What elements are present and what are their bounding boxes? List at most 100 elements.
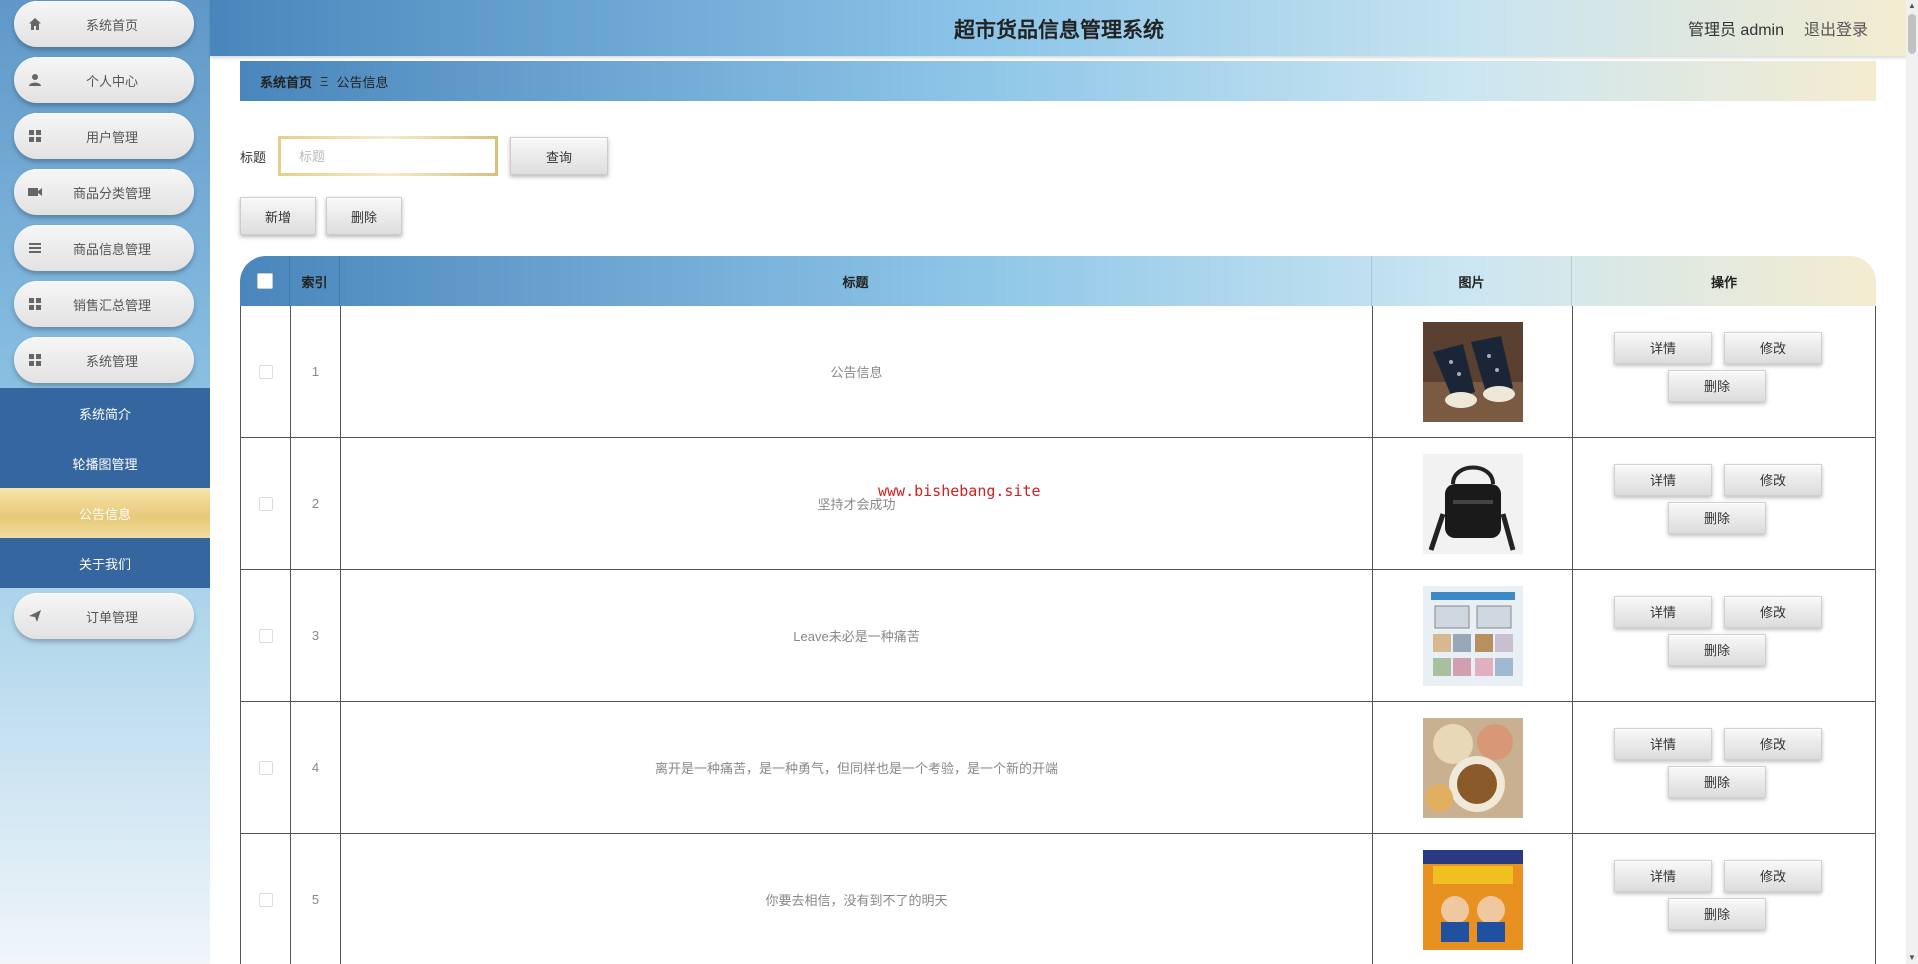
scrollbar-thumb[interactable] [1908, 14, 1916, 54]
batch-delete-button[interactable]: 删除 [326, 197, 402, 235]
home-icon [14, 17, 56, 31]
table-row: 3 Leave未必是一种痛苦 详情 修改 删除 [240, 570, 1876, 702]
breadcrumb: 系统首页 Ξ 公告信息 [240, 61, 1876, 101]
row-index: 1 [291, 306, 341, 437]
row-ops-cell: 详情 修改 删除 [1573, 702, 1875, 833]
submenu-item-notice[interactable]: 公告信息 [0, 488, 210, 538]
query-button[interactable]: 查询 [510, 137, 608, 175]
sidebar-item-label: 用户管理 [85, 129, 138, 145]
submenu-item-intro[interactable]: 系统简介 [0, 388, 210, 438]
header-title: 标题 [340, 256, 1372, 306]
sidebar-item-label: 订单管理 [85, 609, 138, 625]
header-image: 图片 [1372, 256, 1572, 306]
row-index: 2 [291, 438, 341, 569]
submenu-item-carousel[interactable]: 轮播图管理 [0, 438, 210, 488]
sidebar-item-system[interactable]: 系统管理 [14, 337, 194, 383]
delete-button[interactable]: 删除 [1668, 501, 1766, 534]
row-image-cell [1373, 834, 1573, 964]
sidebar-item-profile[interactable]: 个人中心 [14, 57, 194, 103]
system-submenu: 系统简介 轮播图管理 公告信息 关于我们 [0, 388, 210, 588]
page-scrollbar[interactable]: ▲ ▼ [1906, 0, 1918, 964]
detail-button[interactable]: 详情 [1614, 463, 1712, 496]
row-checkbox[interactable] [258, 892, 273, 907]
add-button[interactable]: 新增 [240, 197, 316, 235]
detail-button[interactable]: 详情 [1614, 727, 1712, 760]
edit-button[interactable]: 修改 [1724, 595, 1822, 628]
sidebar-item-label: 销售汇总管理 [72, 297, 151, 313]
sidebar-item-label: 商品分类管理 [72, 185, 151, 201]
row-title: 公告信息 [341, 306, 1373, 437]
row-ops-cell: 详情 修改 删除 [1573, 306, 1875, 437]
sidebar-item-products[interactable]: 商品信息管理 [14, 225, 194, 271]
row-ops-cell: 详情 修改 删除 [1573, 438, 1875, 569]
list-icon [14, 241, 56, 255]
detail-button[interactable]: 详情 [1614, 595, 1712, 628]
shoes-photo [1422, 321, 1523, 422]
edit-button[interactable]: 修改 [1724, 859, 1822, 892]
poster-photo [1422, 849, 1523, 950]
detail-button[interactable]: 详情 [1614, 331, 1712, 364]
edit-button[interactable]: 修改 [1724, 331, 1822, 364]
sidebar-item-label: 系统首页 [85, 17, 138, 33]
row-checkbox[interactable] [258, 760, 273, 775]
row-index: 3 [291, 570, 341, 701]
food-photo [1422, 717, 1523, 818]
grid-icon [14, 353, 56, 367]
table-row: 2 坚持才会成功 详情 修改 删除 [240, 438, 1876, 570]
grid-icon [14, 297, 56, 311]
sidebar-item-category[interactable]: 商品分类管理 [14, 169, 194, 215]
delete-button[interactable]: 删除 [1668, 369, 1766, 402]
sidebar: 系统首页 个人中心 用户管理 商品分类管理 商品信息管理 销售汇总管理 系统管理… [0, 0, 210, 964]
row-title: 坚持才会成功 [341, 438, 1373, 569]
storage-box-photo [1422, 585, 1523, 686]
row-select-cell [241, 702, 291, 833]
delete-button[interactable]: 删除 [1668, 765, 1766, 798]
row-index: 5 [291, 834, 341, 964]
search-label: 标题 [240, 150, 267, 165]
scroll-down-icon[interactable]: ▼ [1906, 952, 1918, 964]
row-checkbox[interactable] [258, 496, 273, 511]
search-input[interactable] [278, 136, 498, 176]
edit-button[interactable]: 修改 [1724, 463, 1822, 496]
user-icon [14, 73, 56, 87]
sidebar-item-sales[interactable]: 销售汇总管理 [14, 281, 194, 327]
row-image-cell [1373, 570, 1573, 701]
row-checkbox[interactable] [258, 364, 273, 379]
sidebar-item-home[interactable]: 系统首页 [14, 1, 194, 47]
edit-button[interactable]: 修改 [1724, 727, 1822, 760]
row-ops-cell: 详情 修改 删除 [1573, 570, 1875, 701]
row-title: 你要去相信，没有到不了的明天 [341, 834, 1373, 964]
delete-button[interactable]: 删除 [1668, 633, 1766, 666]
breadcrumb-current: 公告信息 [336, 74, 389, 90]
camera-icon [14, 185, 56, 199]
select-all-checkbox[interactable] [256, 273, 273, 289]
header-ops: 操作 [1710, 274, 1737, 290]
detail-button[interactable]: 详情 [1614, 859, 1712, 892]
row-image-cell [1373, 438, 1573, 569]
row-title: Leave未必是一种痛苦 [341, 570, 1373, 701]
sidebar-item-label: 系统管理 [85, 353, 138, 369]
logout-link[interactable]: 退出登录 [1804, 16, 1868, 40]
send-icon [14, 609, 56, 623]
delete-button[interactable]: 删除 [1668, 897, 1766, 930]
sidebar-item-users[interactable]: 用户管理 [14, 113, 194, 159]
row-select-cell [241, 438, 291, 569]
row-image-cell [1373, 306, 1573, 437]
sidebar-item-label: 个人中心 [85, 73, 138, 89]
header-index: 索引 [290, 256, 340, 306]
scroll-up-icon[interactable]: ▲ [1906, 0, 1918, 12]
breadcrumb-separator: Ξ [320, 73, 329, 89]
table-row: 5 你要去相信，没有到不了的明天 详情 修改 删除 [240, 834, 1876, 964]
top-header: 超市货品信息管理系统 管理员 admin 退出登录 [210, 0, 1908, 56]
sidebar-item-label: 商品信息管理 [72, 241, 151, 257]
row-select-cell [241, 834, 291, 964]
notice-table: 索引 标题 图片 操作 1 公告信息 详情 修改 删除 2 坚持才会成功 详情 … [240, 256, 1876, 964]
row-checkbox[interactable] [258, 628, 273, 643]
select-all-cell [240, 256, 290, 306]
breadcrumb-home[interactable]: 系统首页 [260, 72, 312, 91]
current-user: 管理员 admin [1687, 22, 1784, 39]
submenu-item-about[interactable]: 关于我们 [0, 538, 210, 588]
sidebar-item-orders[interactable]: 订单管理 [14, 593, 194, 639]
row-title: 离开是一种痛苦，是一种勇气，但同样也是一个考验，是一个新的开端 [341, 702, 1373, 833]
row-index: 4 [291, 702, 341, 833]
